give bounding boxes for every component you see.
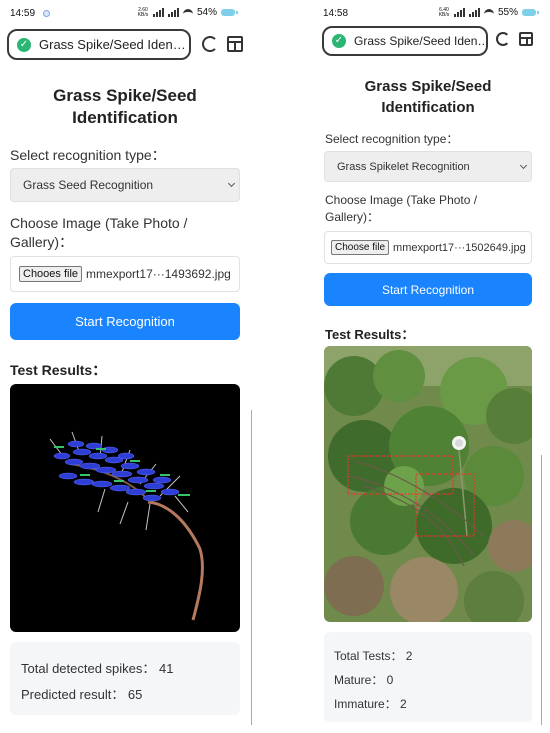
scrollbar[interactable]: [251, 410, 252, 725]
result-image: [324, 346, 532, 622]
status-icons: 2.60 KB/s 54%: [137, 6, 238, 18]
box-icon[interactable]: [227, 36, 243, 52]
battery-icon: [221, 9, 238, 16]
shield-check-icon: ✓: [332, 34, 346, 48]
address-bar[interactable]: ✓ Grass Spike/Seed Iden…: [322, 26, 488, 56]
recognition-type-value: Grass Seed Recognition: [23, 178, 154, 192]
signal-icon: [453, 8, 465, 17]
network-speed: 6.40 KB/s: [438, 6, 450, 18]
page-title-line1: Grass Spike/Seed: [364, 78, 492, 95]
choose-image-label-line2: Gallery)：: [325, 210, 380, 224]
file-input[interactable]: Chooes file mmexport17···1493692.jpg: [10, 256, 240, 292]
browser-toolbar: ✓ Grass Spike/Seed Iden…: [5, 28, 245, 62]
choose-image-label: Choose Image (Take Photo / Gallery)：: [325, 192, 477, 226]
page-url-title: Grass Spike/Seed Iden…: [354, 34, 488, 48]
recognition-type-select[interactable]: Grass Seed Recognition: [10, 168, 240, 202]
recognition-type-label: Select recognition type：: [325, 132, 459, 146]
wifi-icon: [483, 8, 494, 17]
choose-image-label-line2: Gallery)：: [10, 234, 74, 250]
choose-image-label: Choose Image (Take Photo / Gallery)：: [10, 214, 187, 252]
page-title-line1: Grass Spike/Seed: [53, 86, 197, 105]
browser-toolbar: ✓ Grass Spike/Seed Iden…: [318, 25, 538, 59]
signal-icon: [152, 8, 164, 17]
page-title: Grass Spike/Seed Identification: [5, 85, 245, 129]
file-input[interactable]: Choose file mmexport17···1502649.jpg: [324, 231, 532, 264]
chevron-down-icon: [227, 179, 236, 188]
address-bar[interactable]: ✓ Grass Spike/Seed Iden…: [7, 29, 191, 60]
file-name: mmexport17···1502649.jpg: [393, 241, 526, 254]
results-stats: Total detected spikes： 41 Predicted resu…: [10, 642, 240, 715]
battery-percent: 54%: [196, 7, 217, 18]
left-phone-screen: 14:59 2.60 KB/s 54% ✓ Grass Spike/Seed I…: [5, 0, 245, 733]
total-tests: Total Tests： 2: [334, 649, 413, 663]
page-title: Grass Spike/Seed Identification: [318, 76, 538, 118]
signal-icon: [468, 8, 480, 17]
status-bar: 14:59 2.60 KB/s 54%: [5, 6, 245, 22]
box-icon[interactable]: [519, 32, 533, 46]
mature-count: Mature： 0: [334, 673, 394, 687]
wifi-icon: [182, 8, 193, 17]
page-url-title: Grass Spike/Seed Iden…: [39, 37, 186, 52]
reload-icon[interactable]: [202, 36, 218, 52]
battery-percent: 55%: [497, 7, 518, 18]
file-name: mmexport17···1493692.jpg: [86, 267, 231, 281]
scrollbar[interactable]: [541, 455, 542, 725]
signal-icon: [167, 8, 179, 17]
grass-spikelet-detection-image: [324, 346, 532, 622]
battery-icon: [522, 9, 539, 16]
recognition-type-value: Grass Spikelet Recognition: [337, 160, 470, 173]
results-heading: Test Results：: [10, 362, 107, 378]
right-phone-screen: 14:58 6.40 KB/s 55% ✓ Grass Spike/Seed I…: [318, 0, 539, 733]
status-time: 14:58: [323, 8, 349, 19]
shield-check-icon: ✓: [17, 37, 31, 52]
total-detected-spikes: Total detected spikes： 41: [21, 661, 174, 676]
choose-image-label-line1: Choose Image (Take Photo /: [10, 215, 188, 231]
page-title-line2: Identification: [72, 108, 178, 127]
start-recognition-button[interactable]: Start Recognition: [324, 273, 532, 306]
status-time: 14:59: [10, 8, 36, 19]
recognition-type-select[interactable]: Grass Spikelet Recognition: [324, 151, 532, 182]
predicted-result: Predicted result： 65: [21, 687, 143, 702]
choose-file-button[interactable]: Choose file: [331, 240, 390, 255]
chevron-down-icon: [519, 161, 528, 169]
network-speed: 2.60 KB/s: [137, 6, 149, 18]
choose-file-button[interactable]: Chooes file: [19, 266, 83, 282]
immature-count: Immature： 2: [334, 697, 407, 711]
results-stats: Total Tests： 2 Mature： 0 Immature： 2: [324, 632, 532, 722]
results-heading: Test Results：: [325, 327, 415, 342]
page-title-line2: Identification: [381, 99, 475, 116]
grass-seed-detection-image: [10, 384, 240, 632]
choose-image-label-line1: Choose Image (Take Photo /: [325, 193, 478, 207]
start-recognition-button[interactable]: Start Recognition: [10, 303, 240, 340]
result-image: [10, 384, 240, 632]
notification-icon: [43, 10, 50, 17]
status-bar: 14:58 6.40 KB/s 55%: [318, 6, 539, 22]
status-icons: 6.40 KB/s 55%: [438, 6, 539, 18]
reload-icon[interactable]: [496, 32, 510, 46]
recognition-type-label: Select recognition type：: [10, 147, 166, 163]
